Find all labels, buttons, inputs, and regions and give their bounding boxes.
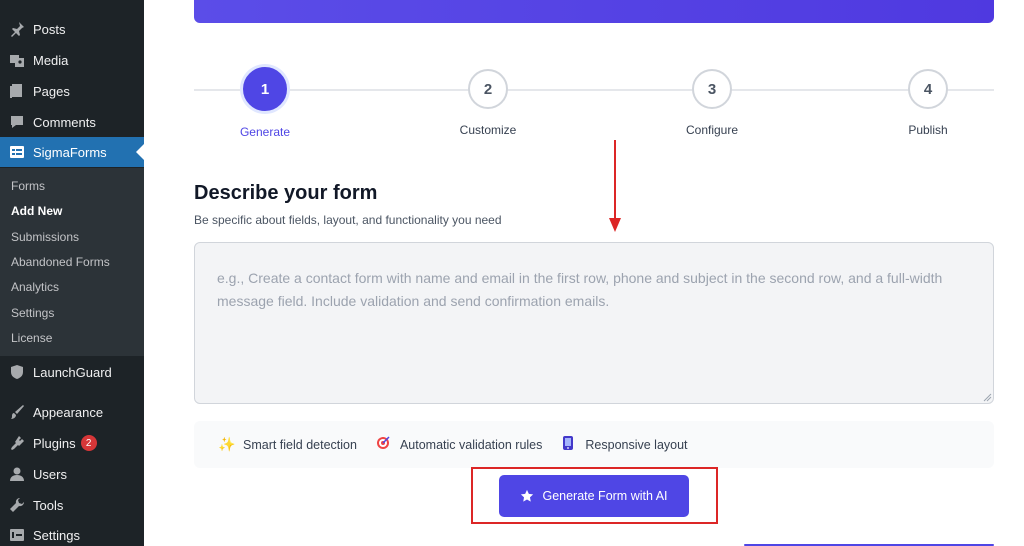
step-label: Configure [685,123,739,137]
sidebar-item-appearance[interactable]: Appearance [0,397,144,427]
form-heading: Describe your form [194,182,378,204]
update-count-badge: 2 [80,435,97,451]
sidebar-item-media[interactable]: Media [0,45,144,75]
sidebar-item-settings[interactable]: Settings [0,520,144,546]
generate-form-button[interactable]: Generate Form with AI [499,475,689,517]
feature-label: Automatic validation rules [399,437,543,452]
wrench-icon [8,496,26,514]
pages-icon [8,82,26,100]
form-description-input[interactable] [194,242,994,404]
media-icon [8,51,26,69]
submenu-item-add-new[interactable]: Add New [11,204,62,218]
sidebar-item-label: Comments [33,114,96,130]
shield-icon [8,363,26,381]
step-configure[interactable]: 3 Configure [652,67,772,137]
sidebar-item-label: SigmaForms [33,144,107,160]
sidebar-item-label: Pages [33,83,70,99]
submenu-item-forms[interactable]: Forms [11,179,45,193]
sidebar-item-label: LaunchGuard [33,364,112,380]
step-label: Generate [239,125,291,139]
form-icon [8,143,26,161]
phone-icon [560,436,576,453]
star-icon [521,489,534,502]
sigmaforms-submenu: Forms Add New Submissions Abandoned Form… [0,168,144,356]
sidebar-item-users[interactable]: Users [0,459,144,489]
feature-list: ✨ Smart field detection Automatic valida… [194,421,994,468]
sidebar-item-label: Posts [33,21,66,37]
feature-responsive: Responsive layout [560,436,688,453]
comment-icon [8,113,26,131]
plugin-icon [8,434,26,452]
submenu-item-analytics[interactable]: Analytics [11,280,59,294]
pin-icon [8,20,26,38]
generate-form-button-label: Generate Form with AI [542,489,668,503]
feature-validation: Automatic validation rules [375,436,542,453]
submenu-item-license[interactable]: License [11,331,52,345]
sidebar-item-label: Plugins [33,435,76,451]
step-number: 3 [692,69,732,109]
step-number: 2 [468,69,508,109]
feature-smart-detection: ✨ Smart field detection [218,436,357,453]
step-customize[interactable]: 2 Customize [428,67,548,137]
feature-label: Responsive layout [585,437,688,452]
sparkle-icon: ✨ [218,436,236,452]
step-label: Publish [908,123,948,137]
submenu-item-settings[interactable]: Settings [11,306,54,320]
step-publish[interactable]: 4 Publish [868,67,988,137]
app: Posts Media Pages Comments SigmaForms Fo… [0,0,1024,546]
sidebar-item-launchguard[interactable]: LaunchGuard [0,357,144,387]
sidebar-item-label: Tools [33,497,64,513]
step-number: 4 [908,69,948,109]
sidebar-item-posts[interactable]: Posts [0,14,144,44]
step-number: 1 [243,67,287,111]
sidebar-item-tools[interactable]: Tools [0,490,144,520]
settings-icon [8,526,26,544]
sidebar-item-label: Appearance [33,404,104,420]
submenu-item-abandoned-forms[interactable]: Abandoned Forms [11,255,110,269]
annotation-arrow [609,140,621,232]
sidebar-item-label: Settings [33,527,80,543]
user-icon [8,465,26,483]
step-generate[interactable]: 1 Generate [205,67,325,139]
form-subheading: Be specific about fields, layout, and fu… [194,213,502,227]
sidebar-item-comments[interactable]: Comments [0,107,144,137]
sidebar-item-pages[interactable]: Pages [0,76,144,106]
target-icon [375,436,391,453]
sidebar-item-label: Users [33,466,67,482]
brush-icon [8,403,26,421]
header-banner [194,0,994,23]
feature-label: Smart field detection [243,437,357,452]
sidebar-item-label: Media [33,52,69,68]
admin-sidebar: Posts Media Pages Comments SigmaForms Fo… [0,0,144,546]
step-label: Customize [459,123,517,137]
sidebar-item-plugins[interactable]: Plugins 2 [0,428,144,458]
sidebar-item-sigmaforms[interactable]: SigmaForms [0,137,144,167]
resize-handle-icon[interactable] [983,393,992,402]
submenu-item-submissions[interactable]: Submissions [11,230,79,244]
